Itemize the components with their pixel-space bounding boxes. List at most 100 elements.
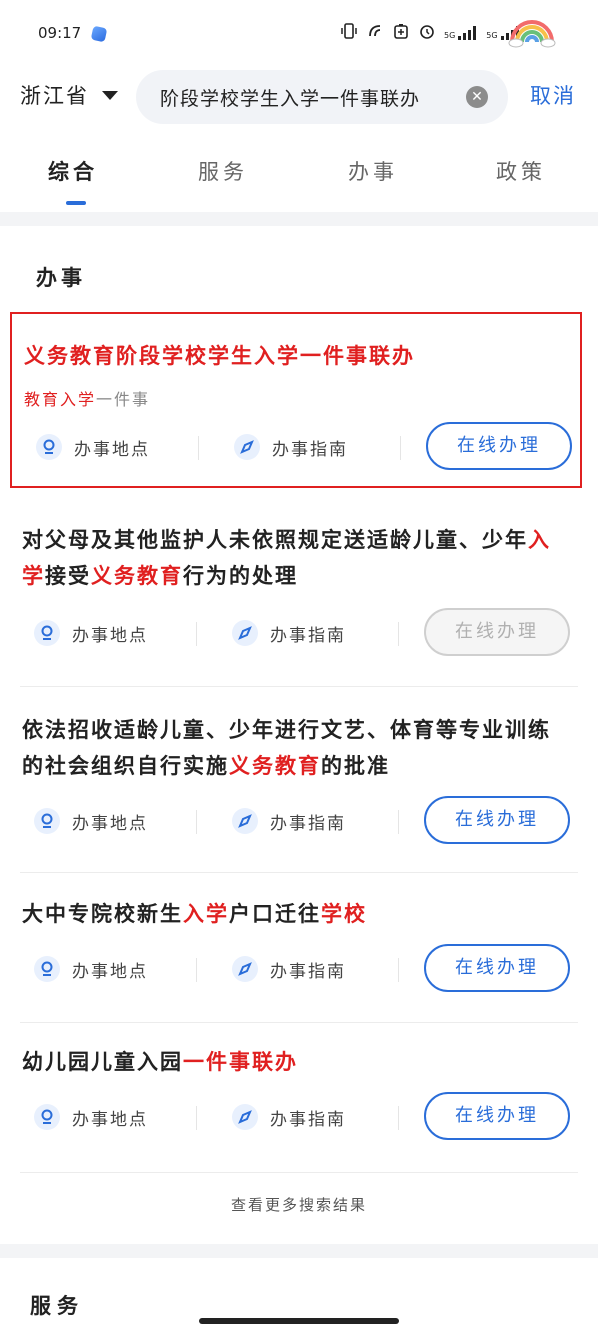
result-title: 义务教育阶段学校学生入学一件事联办 (24, 338, 574, 374)
result-title: 大中专院校新生入学户口迁往学校 (22, 896, 572, 932)
divider (398, 958, 399, 982)
location-label: 办事地点 (72, 813, 148, 834)
row-divider (20, 686, 578, 687)
result-card[interactable]: 义务教育阶段学校学生入学一件事联办 教育入学一件事 办事地点 办事指南 在线办理 (10, 312, 582, 488)
location-pin-icon (34, 956, 60, 982)
location-pin-icon (34, 1104, 60, 1130)
subtitle-segment: 一件事 (96, 390, 151, 409)
signal-label: 5G (444, 31, 456, 40)
search-input[interactable]: 阶段学校学生入学一件事联办 (160, 84, 460, 111)
rainbow-battery-icon (508, 20, 556, 48)
guide-action[interactable]: 办事指南 (232, 1104, 346, 1130)
caret-down-icon[interactable] (102, 91, 118, 100)
result-card[interactable]: 大中专院校新生入学户口迁往学校 办事地点 办事指南 在线办理 (10, 880, 582, 1020)
tab-affairs[interactable]: 办事 (348, 156, 398, 186)
location-label: 办事地点 (72, 961, 148, 982)
cancel-button[interactable]: 取消 (530, 80, 576, 110)
compass-icon (232, 620, 258, 646)
home-indicator[interactable] (199, 1318, 399, 1324)
online-apply-button[interactable]: 在线办理 (424, 944, 570, 992)
location-action[interactable]: 办事地点 (34, 956, 148, 982)
title-segment: 义务教育 (229, 754, 321, 778)
divider (196, 958, 197, 982)
result-title: 对父母及其他监护人未依照规定送适龄儿童、少年入学接受义务教育行为的处理 (22, 522, 572, 594)
guide-label: 办事指南 (270, 961, 346, 982)
action-row: 办事地点 办事指南 在线办理 (10, 944, 582, 994)
location-label: 办事地点 (72, 1109, 148, 1130)
app-notification-icon (90, 25, 108, 43)
status-bar: 09:17 5G 5G (0, 0, 598, 64)
clear-icon[interactable]: ✕ (466, 86, 488, 108)
online-apply-button[interactable]: 在线办理 (424, 796, 570, 844)
divider (398, 622, 399, 646)
location-action[interactable]: 办事地点 (34, 620, 148, 646)
compass-icon (234, 434, 260, 460)
result-title: 依法招收适龄儿童、少年进行文艺、体育等专业训练的社会组织自行实施义务教育的批准 (22, 712, 572, 784)
section-separator (0, 212, 598, 226)
result-subtitle: 教育入学一件事 (24, 386, 150, 410)
result-title: 幼儿园儿童入园一件事联办 (22, 1044, 572, 1080)
guide-action[interactable]: 办事指南 (232, 808, 346, 834)
tab-policies[interactable]: 政策 (496, 156, 546, 186)
guide-label: 办事指南 (272, 439, 348, 460)
title-segment: 的批准 (321, 754, 390, 778)
guide-label: 办事指南 (270, 625, 346, 646)
search-row: 浙江省 阶段学校学生入学一件事联办 ✕ 取消 (0, 66, 598, 126)
result-card[interactable]: 对父母及其他监护人未依照规定送适龄儿童、少年入学接受义务教育行为的处理 办事地点… (10, 504, 582, 684)
location-pin-icon (34, 620, 60, 646)
action-row: 办事地点 办事指南 在线办理 (12, 422, 584, 472)
title-segment: 大中专院校新生 (22, 902, 183, 926)
location-pin-icon (34, 808, 60, 834)
title-segment: 义务教育阶段学校学生入学一件事联办 (24, 344, 415, 368)
tab-comprehensive[interactable]: 综合 (48, 156, 98, 186)
online-apply-button[interactable]: 在线办理 (424, 1092, 570, 1140)
action-row: 办事地点 办事指南 在线办理 (10, 796, 582, 846)
divider (198, 436, 199, 460)
title-segment: 接受 (45, 564, 91, 588)
location-label: 办事地点 (74, 439, 150, 460)
view-more-link[interactable]: 查看更多搜索结果 (0, 1194, 598, 1215)
subtitle-segment: 教育入学 (24, 390, 97, 409)
online-apply-button-disabled: 在线办理 (424, 608, 570, 656)
divider (196, 622, 197, 646)
divider (400, 436, 401, 460)
guide-action[interactable]: 办事指南 (232, 956, 346, 982)
location-label: 办事地点 (72, 625, 148, 646)
title-segment: 户口迁往 (229, 902, 321, 926)
title-segment: 学校 (321, 902, 367, 926)
location-action[interactable]: 办事地点 (34, 808, 148, 834)
row-divider (20, 872, 578, 873)
guide-label: 办事指南 (270, 813, 346, 834)
tab-services[interactable]: 服务 (198, 156, 248, 186)
guide-action[interactable]: 办事指南 (232, 620, 346, 646)
title-segment: 一件事联办 (183, 1050, 298, 1074)
battery-saver-icon (392, 22, 410, 44)
title-segment: 行为的处理 (183, 564, 298, 588)
status-icons: 5G 5G (340, 20, 521, 46)
result-card[interactable]: 幼儿园儿童入园一件事联办 办事地点 办事指南 在线办理 (10, 1030, 582, 1170)
title-segment: 入学 (183, 902, 229, 926)
vibrate-icon (340, 22, 358, 44)
province-selector[interactable]: 浙江省 (20, 80, 89, 110)
result-card[interactable]: 依法招收适龄儿童、少年进行文艺、体育等专业训练的社会组织自行实施义务教育的批准 … (10, 692, 582, 870)
compass-icon (232, 956, 258, 982)
services-section-title: 服务 (30, 1294, 84, 1318)
search-box[interactable]: 阶段学校学生入学一件事联办 ✕ (136, 70, 508, 124)
divider (196, 1106, 197, 1130)
divider (398, 810, 399, 834)
compass-icon (232, 1104, 258, 1130)
action-row: 办事地点 办事指南 在线办理 (10, 1092, 582, 1142)
5g-signal-icon: 5G (444, 26, 478, 40)
signal-label: 5G (486, 31, 498, 40)
tab-active-indicator (66, 201, 86, 205)
action-row: 办事地点 办事指南 在线办理 (10, 608, 582, 658)
guide-action[interactable]: 办事指南 (234, 434, 348, 460)
location-pin-icon (36, 434, 62, 460)
section-title: 办事 (36, 266, 86, 290)
online-apply-button[interactable]: 在线办理 (426, 422, 572, 470)
location-action[interactable]: 办事地点 (34, 1104, 148, 1130)
status-time: 09:17 (38, 24, 82, 42)
location-action[interactable]: 办事地点 (36, 434, 150, 460)
divider (398, 1106, 399, 1130)
title-segment: 幼儿园儿童入园 (22, 1050, 183, 1074)
